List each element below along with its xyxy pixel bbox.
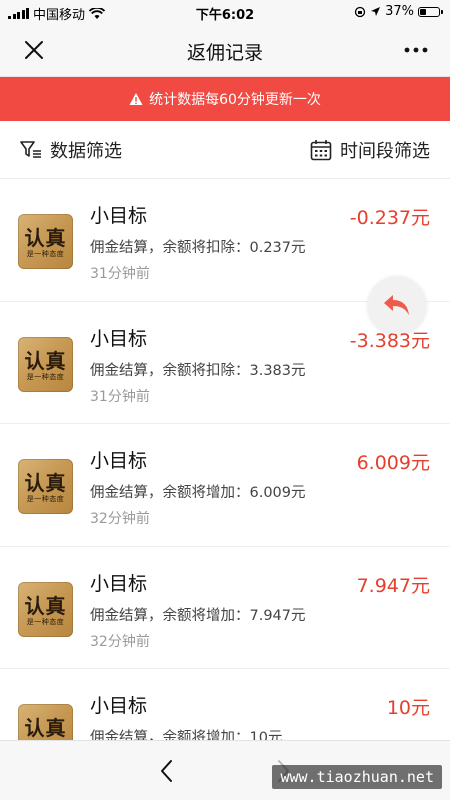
merchant-logo: 认真 是一种态度 — [18, 581, 73, 637]
time-filter-label: 时间段筛选 — [340, 141, 430, 162]
list-item[interactable]: 认真 是一种态度 小目标 佣金结算，余额将增加：7.947元 32分钟前 7.9… — [0, 547, 450, 669]
record-name: 小目标 — [90, 572, 148, 595]
nav-bar: 返佣记录 — [0, 24, 450, 77]
record-name: 小目标 — [90, 450, 148, 472]
filter-icon — [20, 141, 41, 158]
filter-bar: 数据筛选 时间段筛选 — [0, 121, 450, 179]
data-filter-button[interactable]: 数据筛选 — [20, 137, 122, 163]
record-name: 小目标 — [90, 327, 148, 350]
record-description: 佣金结算，余额将增加：10元 — [90, 730, 283, 740]
return-arrow-icon — [384, 295, 409, 315]
battery-fill — [420, 8, 427, 15]
record-description: 佣金结算，余额将增加：6.009元 — [90, 485, 306, 501]
record-time: 31分钟前 — [90, 388, 150, 405]
record-list: 认真 是一种态度 小目标 佣金结算，余额将扣除：0.237元 31分钟前 -0.… — [0, 179, 450, 740]
float-return-button[interactable] — [368, 276, 426, 334]
list-item[interactable]: 认真 是一种态度 小目标 佣金结算，余额将增加：10元 10元 — [0, 669, 450, 740]
page-title: 返佣记录 — [186, 42, 263, 64]
warning-icon — [129, 93, 143, 105]
record-time: 32分钟前 — [90, 633, 150, 650]
merchant-logo: 认真 是一种态度 — [18, 459, 73, 514]
bottom-toolbar: www.tiaozhuan.net — [0, 740, 450, 800]
record-description: 佣金结算，余额将增加：7.947元 — [90, 607, 306, 624]
record-amount: 6.009元 — [356, 452, 430, 474]
time-filter-button[interactable]: 时间段筛选 — [310, 137, 430, 163]
merchant-logo: 认真 是一种态度 — [18, 336, 73, 392]
notice-text: 统计数据每60分钟更新一次 — [149, 92, 321, 108]
record-time: 31分钟前 — [90, 266, 150, 282]
battery-percent: 37% — [385, 4, 414, 19]
chevron-left-icon[interactable] — [156, 758, 178, 784]
data-filter-label: 数据筛选 — [50, 141, 122, 162]
record-name: 小目标 — [90, 205, 148, 227]
record-amount: 7.947元 — [356, 574, 430, 597]
merchant-logo: 认真 是一种态度 — [18, 214, 73, 269]
record-amount: 10元 — [386, 697, 430, 719]
list-item[interactable]: 认真 是一种态度 小目标 佣金结算，余额将增加：6.009元 32分钟前 6.0… — [0, 424, 450, 547]
status-right: 37% — [354, 4, 443, 19]
rotation-lock-icon — [354, 6, 366, 17]
calendar-icon — [310, 140, 332, 161]
location-icon — [371, 7, 381, 16]
record-description: 佣金结算，余额将扣除：3.383元 — [90, 362, 306, 379]
merchant-logo: 认真 是一种态度 — [18, 704, 73, 740]
record-amount: -0.237元 — [349, 207, 430, 229]
status-bar: 中国移动 下午6:02 37% — [0, 0, 450, 24]
record-time: 32分钟前 — [90, 511, 150, 527]
battery-icon — [418, 6, 443, 17]
watermark: www.tiaozhuan.net — [272, 765, 442, 789]
update-notice-banner: 统计数据每60分钟更新一次 — [0, 77, 450, 121]
record-name: 小目标 — [90, 695, 148, 717]
record-description: 佣金结算，余额将扣除：0.237元 — [90, 240, 306, 256]
more-dots-icon[interactable] — [402, 36, 430, 64]
